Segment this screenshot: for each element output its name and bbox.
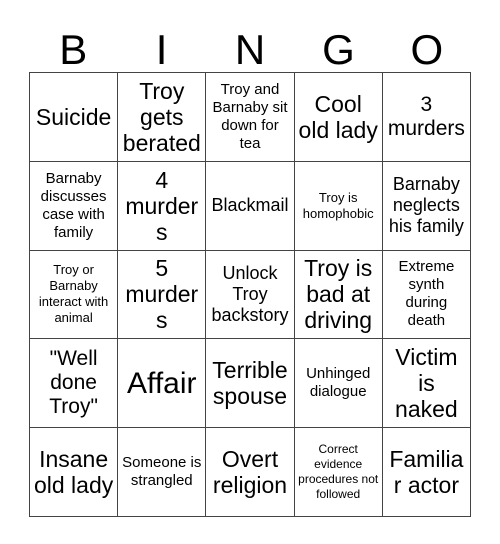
bingo-cell-r1c4[interactable]: Cool old lady — [294, 73, 383, 162]
bingo-cell-r2c1[interactable]: Barnaby discusses case with family — [30, 161, 119, 251]
bingo-cell-r3c5[interactable]: Extreme synth during death — [382, 250, 471, 340]
bingo-cell-label: Troy gets berated — [122, 77, 201, 156]
bingo-cell-label: 5 murders — [125, 255, 199, 334]
bingo-cell-label: Someone is strangled — [122, 454, 202, 490]
bingo-cell-r2c5[interactable]: Barnaby neglects his family — [382, 161, 471, 251]
bingo-cell-r4c3[interactable]: Terrible spouse — [206, 339, 295, 429]
bingo-card: B I N G O Suicide Troy gets berated Troy… — [0, 0, 500, 544]
bingo-header: B I N G O — [29, 14, 471, 72]
bingo-cell-r4c2[interactable]: Affair — [118, 339, 207, 429]
header-letter-o: O — [410, 26, 444, 73]
bingo-cell-label: Barnaby discusses case with family — [40, 169, 107, 241]
header-letter-n: N — [234, 26, 266, 73]
bingo-cell-r4c1[interactable]: "Well done Troy" — [30, 339, 119, 429]
bingo-cell-r1c2[interactable]: Troy gets berated — [118, 73, 207, 162]
bingo-cell-label: Barnaby neglects his family — [388, 174, 464, 237]
bingo-cell-label: Unhinged dialogue — [306, 365, 371, 401]
bingo-cell-label: Familiar actor — [389, 446, 464, 499]
bingo-cell-r3c4[interactable]: Troy is bad at driving — [294, 250, 383, 340]
bingo-cell-label: Affair — [127, 366, 197, 400]
bingo-cell-label: Blackmail — [211, 195, 289, 216]
header-letter-b: B — [59, 26, 88, 73]
bingo-cell-label: Suicide — [35, 103, 112, 130]
bingo-cell-label: Terrible spouse — [212, 357, 288, 410]
bingo-cell-r2c4[interactable]: Troy is homophobic — [294, 161, 383, 251]
bingo-cell-r5c4[interactable]: Correct evidence procedures not followed — [294, 428, 383, 517]
bingo-cell-r3c2[interactable]: 5 murders — [118, 250, 207, 340]
bingo-cell-label: Unlock Troy backstory — [211, 262, 289, 325]
bingo-cell-r1c1[interactable]: Suicide — [30, 73, 119, 162]
bingo-cell-label: Troy or Barnaby interact with animal — [38, 262, 109, 326]
bingo-cell-label: 3 murders — [387, 92, 465, 140]
bingo-cell-r5c2[interactable]: Someone is strangled — [118, 428, 207, 517]
bingo-cell-label: Victim is naked — [395, 344, 458, 423]
bingo-cell-r5c3[interactable]: Overt religion — [206, 428, 295, 517]
header-letter-i: I — [155, 26, 168, 73]
bingo-cell-r1c5[interactable]: 3 murders — [382, 73, 471, 162]
bingo-cell-r2c3[interactable]: Blackmail — [206, 161, 295, 251]
header-letter-g: G — [322, 26, 355, 73]
bingo-cell-r3c1[interactable]: Troy or Barnaby interact with animal — [30, 250, 119, 340]
bingo-cell-r2c2[interactable]: 4 murders — [118, 161, 207, 251]
bingo-cell-r4c4[interactable]: Unhinged dialogue — [294, 339, 383, 429]
bingo-grid: Suicide Troy gets berated Troy and Barna… — [29, 72, 471, 517]
bingo-cell-label: Insane old lady — [33, 446, 114, 499]
bingo-cell-r5c1[interactable]: Insane old lady — [30, 428, 119, 517]
bingo-cell-label: Troy is homophobic — [302, 189, 374, 221]
bingo-cell-label: Troy and Barnaby sit down for tea — [212, 80, 288, 152]
bingo-cell-r5c5[interactable]: Familiar actor — [382, 428, 471, 517]
bingo-cell-r3c3[interactable]: Unlock Troy backstory — [206, 250, 295, 340]
bingo-cell-label: 4 murders — [125, 166, 199, 245]
bingo-cell-label: Troy is bad at driving — [304, 255, 373, 334]
bingo-cell-label: "Well done Troy" — [49, 347, 98, 419]
bingo-cell-label: Cool old lady — [298, 90, 378, 143]
bingo-cell-label: Overt religion — [212, 446, 288, 499]
bingo-cell-label: Correct evidence procedures not followed — [298, 442, 379, 502]
bingo-cell-label: Extreme synth during death — [398, 258, 455, 330]
bingo-cell-r4c5[interactable]: Victim is naked — [382, 339, 471, 429]
bingo-cell-r1c3[interactable]: Troy and Barnaby sit down for tea — [206, 73, 295, 162]
